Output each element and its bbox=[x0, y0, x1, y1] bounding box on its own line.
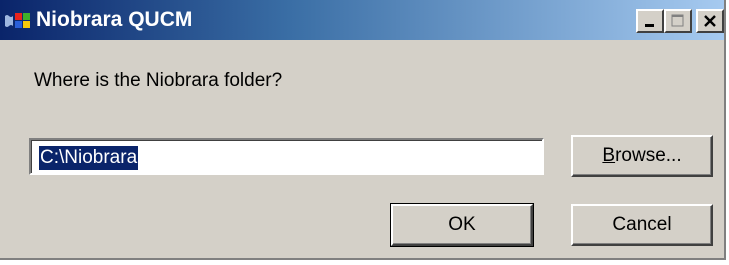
minimize-icon bbox=[643, 14, 657, 28]
minimize-button[interactable] bbox=[636, 9, 664, 33]
app-icon bbox=[4, 11, 32, 31]
close-button[interactable] bbox=[696, 9, 724, 33]
ok-button[interactable]: OK bbox=[390, 203, 534, 247]
maximize-icon bbox=[670, 13, 686, 29]
folder-prompt-label: Where is the Niobrara folder? bbox=[34, 70, 283, 91]
close-icon bbox=[702, 13, 718, 29]
dialog-window: Niobrara QUCM Where is the Niobrara fold… bbox=[0, 0, 726, 260]
browse-label: rowse... bbox=[615, 145, 682, 166]
title-bar[interactable]: Niobrara QUCM bbox=[0, 0, 724, 40]
folder-path-value: C:\Niobrara bbox=[39, 146, 139, 170]
cancel-label: Cancel bbox=[612, 214, 672, 235]
folder-path-input[interactable]: C:\Niobrara bbox=[29, 138, 544, 175]
browse-button[interactable]: Browse... bbox=[571, 135, 713, 177]
cancel-button[interactable]: Cancel bbox=[571, 204, 713, 246]
ok-label: OK bbox=[448, 214, 476, 235]
window-title: Niobrara QUCM bbox=[36, 8, 193, 31]
maximize-button[interactable] bbox=[664, 9, 692, 33]
browse-accelerator: B bbox=[602, 145, 616, 166]
